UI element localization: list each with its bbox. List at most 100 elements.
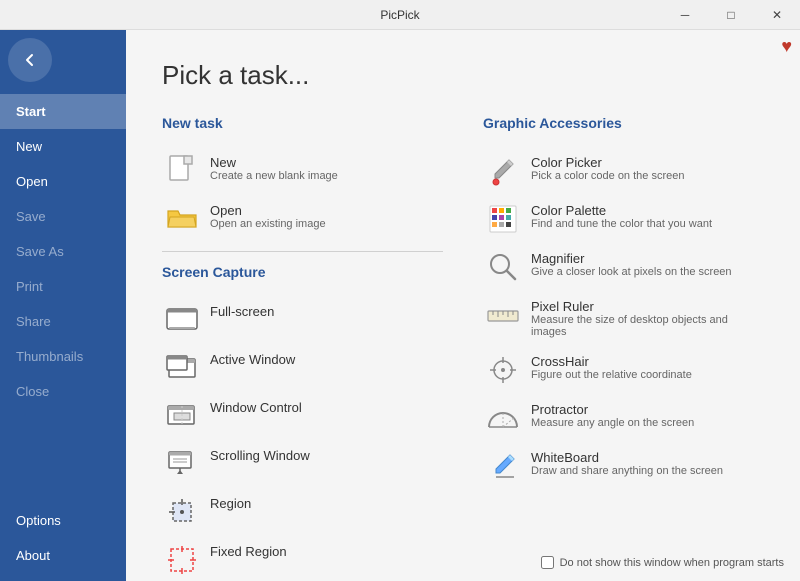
- task-active-window[interactable]: Active Window: [162, 344, 443, 392]
- task-crosshair-name: CrossHair: [531, 354, 692, 369]
- task-fixed-region-text: Fixed Region: [210, 544, 287, 559]
- graphic-section-title: Graphic Accessories: [483, 115, 764, 131]
- task-color-picker-name: Color Picker: [531, 155, 684, 170]
- task-open-text: Open Open an existing image: [210, 203, 326, 230]
- sidebar-item-save: Save: [0, 199, 126, 234]
- minimize-button[interactable]: ─: [662, 0, 708, 30]
- main-layout: Start New Open Save Save As Print Share …: [0, 30, 800, 581]
- app-title: PicPick: [380, 8, 419, 22]
- footer-checkbox-area: Do not show this window when program sta…: [541, 556, 784, 569]
- task-pixel-ruler-name: Pixel Ruler: [531, 299, 760, 314]
- task-color-picker-desc: Pick a color code on the screen: [531, 170, 684, 182]
- right-column: Graphic Accessories Color Picker Pick a …: [483, 115, 764, 581]
- pixel-ruler-icon: [487, 299, 519, 331]
- dont-show-checkbox[interactable]: [541, 556, 554, 569]
- back-button[interactable]: [8, 38, 52, 82]
- sidebar-nav: Start New Open Save Save As Print Share …: [0, 94, 126, 409]
- task-crosshair-text: CrossHair Figure out the relative coordi…: [531, 354, 692, 381]
- task-active-window-name: Active Window: [210, 352, 295, 367]
- maximize-button[interactable]: □: [708, 0, 754, 30]
- whiteboard-icon: [487, 450, 519, 482]
- task-magnifier-name: Magnifier: [531, 251, 732, 266]
- task-new[interactable]: New Create a new blank image: [162, 147, 443, 195]
- task-crosshair-desc: Figure out the relative coordinate: [531, 369, 692, 381]
- task-pixel-ruler[interactable]: Pixel Ruler Measure the size of desktop …: [483, 291, 764, 346]
- task-whiteboard-desc: Draw and share anything on the screen: [531, 465, 723, 477]
- task-region[interactable]: Region: [162, 488, 443, 536]
- task-active-window-text: Active Window: [210, 352, 295, 367]
- task-window-control-name: Window Control: [210, 400, 302, 415]
- sidebar-item-thumbnails: Thumbnails: [0, 339, 126, 374]
- sidebar-item-open[interactable]: Open: [0, 164, 126, 199]
- task-open-desc: Open an existing image: [210, 218, 326, 230]
- sidebar-item-save-as: Save As: [0, 234, 126, 269]
- color-palette-icon: [487, 203, 519, 235]
- page-title: Pick a task...: [162, 60, 764, 91]
- task-region-name: Region: [210, 496, 251, 511]
- task-new-name: New: [210, 155, 338, 170]
- task-new-desc: Create a new blank image: [210, 170, 338, 182]
- title-bar: PicPick ─ □ ✕: [0, 0, 800, 30]
- task-color-palette[interactable]: Color Palette Find and tune the color th…: [483, 195, 764, 243]
- new-task-section-title: New task: [162, 115, 443, 131]
- task-pixel-ruler-text: Pixel Ruler Measure the size of desktop …: [531, 299, 760, 338]
- task-protractor-name: Protractor: [531, 402, 694, 417]
- region-icon: [166, 496, 198, 528]
- dont-show-label: Do not show this window when program sta…: [560, 557, 784, 569]
- sidebar-item-close: Close: [0, 374, 126, 409]
- task-fullscreen-name: Full-screen: [210, 304, 274, 319]
- task-scrolling-window-text: Scrolling Window: [210, 448, 310, 463]
- task-new-text: New Create a new blank image: [210, 155, 338, 182]
- active-window-icon: [166, 352, 198, 384]
- task-scrolling-window[interactable]: Scrolling Window: [162, 440, 443, 488]
- sidebar-item-options[interactable]: Options: [0, 503, 126, 538]
- sidebar-item-about[interactable]: About: [0, 538, 126, 573]
- protractor-icon: [487, 402, 519, 434]
- task-region-text: Region: [210, 496, 251, 511]
- content-columns: New task New Create a new blank image: [162, 115, 764, 581]
- fixed-region-icon: [166, 544, 198, 576]
- window-control-icon: [166, 400, 198, 432]
- task-pixel-ruler-desc: Measure the size of desktop objects and …: [531, 314, 760, 338]
- left-column: New task New Create a new blank image: [162, 115, 443, 581]
- task-magnifier[interactable]: Magnifier Give a closer look at pixels o…: [483, 243, 764, 291]
- task-crosshair[interactable]: CrossHair Figure out the relative coordi…: [483, 346, 764, 394]
- fullscreen-icon: [166, 304, 198, 336]
- task-fullscreen-text: Full-screen: [210, 304, 274, 319]
- task-fixed-region-name: Fixed Region: [210, 544, 287, 559]
- window-controls: ─ □ ✕: [662, 0, 800, 30]
- sidebar-item-start[interactable]: Start: [0, 94, 126, 129]
- new-file-icon: [166, 155, 198, 187]
- task-whiteboard-text: WhiteBoard Draw and share anything on th…: [531, 450, 723, 477]
- task-fixed-region[interactable]: Fixed Region: [162, 536, 443, 581]
- sidebar-bottom: Options About: [0, 503, 126, 573]
- task-open[interactable]: Open Open an existing image: [162, 195, 443, 243]
- task-color-palette-desc: Find and tune the color that you want: [531, 218, 712, 230]
- task-whiteboard[interactable]: WhiteBoard Draw and share anything on th…: [483, 442, 764, 490]
- task-window-control-text: Window Control: [210, 400, 302, 415]
- task-scrolling-window-name: Scrolling Window: [210, 448, 310, 463]
- scrolling-window-icon: [166, 448, 198, 480]
- section-divider: [162, 251, 443, 252]
- content-area: ♥ Pick a task... New task: [126, 30, 800, 581]
- sidebar: Start New Open Save Save As Print Share …: [0, 30, 126, 581]
- task-magnifier-desc: Give a closer look at pixels on the scre…: [531, 266, 732, 278]
- open-folder-icon: [166, 203, 198, 235]
- close-button[interactable]: ✕: [754, 0, 800, 30]
- task-protractor-text: Protractor Measure any angle on the scre…: [531, 402, 694, 429]
- task-fullscreen[interactable]: Full-screen: [162, 296, 443, 344]
- task-color-picker[interactable]: Color Picker Pick a color code on the sc…: [483, 147, 764, 195]
- sidebar-item-new[interactable]: New: [0, 129, 126, 164]
- sidebar-item-share: Share: [0, 304, 126, 339]
- task-color-palette-text: Color Palette Find and tune the color th…: [531, 203, 712, 230]
- task-magnifier-text: Magnifier Give a closer look at pixels o…: [531, 251, 732, 278]
- crosshair-icon: [487, 354, 519, 386]
- task-color-picker-text: Color Picker Pick a color code on the sc…: [531, 155, 684, 182]
- task-window-control[interactable]: Window Control: [162, 392, 443, 440]
- task-protractor[interactable]: Protractor Measure any angle on the scre…: [483, 394, 764, 442]
- color-picker-icon: [487, 155, 519, 187]
- magnifier-icon: [487, 251, 519, 283]
- task-whiteboard-name: WhiteBoard: [531, 450, 723, 465]
- sidebar-item-print: Print: [0, 269, 126, 304]
- heart-icon: ♥: [781, 36, 792, 57]
